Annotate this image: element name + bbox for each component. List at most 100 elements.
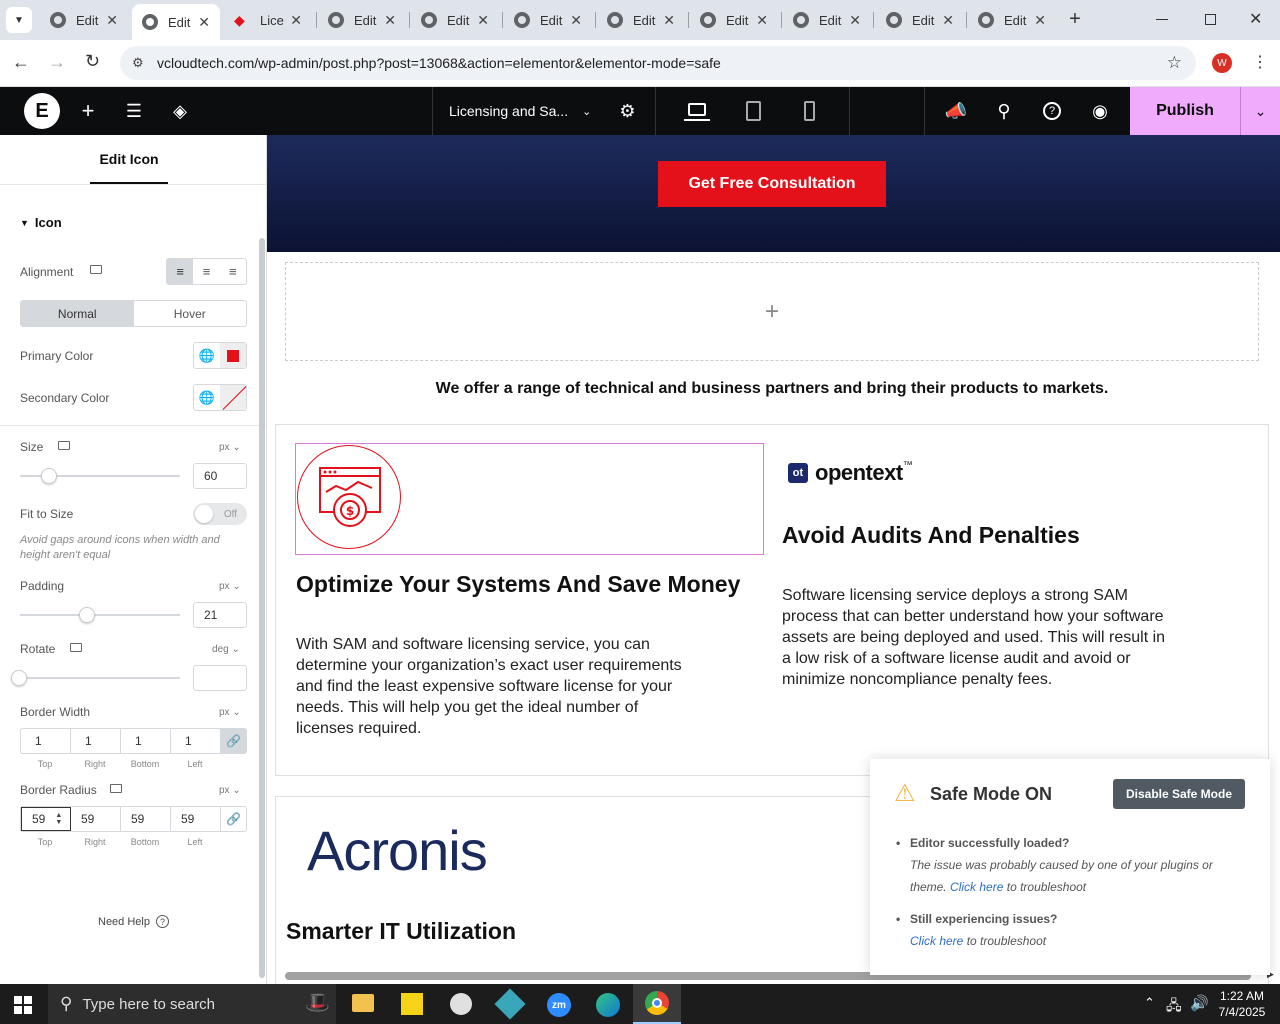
reload-icon[interactable]: ↻: [85, 51, 100, 72]
page-title-dropdown[interactable]: Licensing and Sa... ⌄ ⚙: [432, 87, 656, 135]
browser-tab[interactable]: Edit ✕: [411, 4, 499, 36]
preview-eye-icon[interactable]: ◉: [1088, 99, 1112, 123]
browser-tab-active[interactable]: Edit ✕: [132, 4, 220, 40]
browser-tab[interactable]: Edit ✕: [783, 4, 871, 36]
align-right-button[interactable]: ≡: [220, 259, 246, 284]
browser-menu-icon[interactable]: ⋮: [1252, 52, 1268, 72]
rotate-unit-select[interactable]: deg ⌄: [212, 644, 240, 655]
search-icon[interactable]: ⚲: [992, 99, 1016, 123]
border-radius-left-input[interactable]: 59: [171, 807, 221, 831]
rotate-slider-handle[interactable]: [11, 670, 27, 686]
close-icon[interactable]: ✕: [570, 12, 582, 29]
close-icon[interactable]: ✕: [942, 12, 954, 29]
desktop-icon[interactable]: [58, 441, 70, 450]
border-width-bottom-input[interactable]: 1: [121, 729, 171, 753]
size-input[interactable]: 60: [193, 463, 247, 489]
tab-normal[interactable]: Normal: [21, 301, 134, 326]
close-icon[interactable]: ✕: [290, 12, 302, 29]
site-settings-icon[interactable]: ⚙: [132, 55, 144, 71]
taskbar-search-box[interactable]: ⚲ Type here to search 🎩: [48, 984, 336, 1024]
browser-tab[interactable]: Edit ✕: [318, 4, 406, 36]
tab-edit-icon[interactable]: Edit Icon: [90, 135, 168, 184]
tab-search-button[interactable]: ▼: [6, 7, 32, 33]
publish-options-button[interactable]: ⌄: [1240, 87, 1280, 135]
rotate-slider-track[interactable]: [20, 677, 180, 679]
notifications-megaphone-icon[interactable]: 📣: [944, 99, 968, 123]
border-radius-unit-select[interactable]: px ⌄: [219, 785, 241, 796]
border-radius-bottom-input[interactable]: 59: [121, 807, 171, 831]
close-icon[interactable]: ✕: [849, 12, 861, 29]
mobile-icon[interactable]: [798, 99, 820, 123]
padding-slider-track[interactable]: [20, 614, 180, 616]
layers-icon[interactable]: ◈: [168, 99, 192, 123]
tray-chevron-up-icon[interactable]: ⌃: [1144, 995, 1155, 1011]
disable-safe-mode-button[interactable]: Disable Safe Mode: [1113, 779, 1245, 809]
elementor-logo-icon[interactable]: E: [24, 93, 60, 129]
close-icon[interactable]: ✕: [106, 12, 118, 29]
zoom-icon[interactable]: zm: [547, 993, 571, 1017]
browser-tab[interactable]: Edit ✕: [968, 4, 1056, 36]
selected-icon-widget[interactable]: $: [295, 443, 764, 555]
padding-input[interactable]: 21: [193, 602, 247, 628]
padding-unit-select[interactable]: px ⌄: [219, 581, 241, 592]
bookmark-star-icon[interactable]: ☆: [1167, 53, 1182, 73]
close-icon[interactable]: ✕: [1034, 12, 1046, 29]
desktop-icon[interactable]: [684, 99, 710, 121]
window-close-icon[interactable]: ✕: [1249, 9, 1262, 29]
network-icon[interactable]: 🖧: [1166, 995, 1182, 1019]
size-unit-select[interactable]: px ⌄: [219, 442, 241, 453]
add-section-plus-icon[interactable]: +: [765, 298, 779, 326]
help-icon[interactable]: ?: [1040, 99, 1064, 123]
add-element-icon[interactable]: +: [76, 98, 100, 123]
url-field[interactable]: ⚙ vcloudtech.com/wp-admin/post.php?post=…: [120, 46, 1196, 80]
border-width-left-input[interactable]: 1: [171, 729, 221, 753]
browser-tab[interactable]: ◆ Lice ✕: [224, 4, 312, 36]
global-colors-globe-icon[interactable]: 🌐: [194, 385, 220, 410]
volume-icon[interactable]: 🔊: [1190, 994, 1209, 1012]
file-explorer-icon[interactable]: [352, 994, 374, 1012]
close-icon[interactable]: ✕: [384, 12, 396, 29]
border-width-top-input[interactable]: 1: [21, 729, 71, 753]
site-settings-sliders-icon[interactable]: ☰: [122, 99, 146, 123]
close-icon[interactable]: ✕: [756, 12, 768, 29]
primary-color-swatch[interactable]: [220, 343, 246, 368]
new-tab-button[interactable]: +: [1064, 9, 1086, 31]
align-left-button[interactable]: ≡: [167, 259, 194, 284]
troubleshoot-link[interactable]: Click here: [910, 934, 963, 948]
need-help-link[interactable]: Need Help ?: [98, 915, 169, 928]
restore-icon[interactable]: [1205, 14, 1216, 25]
minimize-icon[interactable]: [1156, 19, 1168, 20]
link-values-icon[interactable]: 🔗: [221, 729, 246, 753]
link-values-icon[interactable]: 🔗: [221, 807, 246, 831]
browser-tab[interactable]: Edit ✕: [597, 4, 685, 36]
tab-hover[interactable]: Hover: [134, 301, 247, 326]
global-colors-globe-icon[interactable]: 🌐: [194, 343, 220, 368]
chrome-icon[interactable]: [633, 984, 681, 1024]
close-icon[interactable]: ✕: [477, 12, 489, 29]
app-diamond-icon[interactable]: [494, 988, 526, 1020]
align-center-button[interactable]: ≡: [193, 259, 219, 284]
close-icon[interactable]: ✕: [663, 12, 675, 29]
fit-to-size-toggle[interactable]: Off: [193, 503, 247, 525]
panel-scrollbar[interactable]: [259, 238, 265, 978]
browser-tab[interactable]: Edit ✕: [876, 4, 964, 36]
secondary-color-swatch-empty[interactable]: [220, 385, 246, 410]
browser-tab[interactable]: Edit ✕: [504, 4, 592, 36]
empty-section-dropzone[interactable]: +: [285, 262, 1259, 361]
sticky-notes-icon[interactable]: [401, 993, 423, 1015]
size-slider-handle[interactable]: [41, 468, 57, 484]
border-radius-top-input[interactable]: 59 ▲ ▼: [21, 807, 71, 831]
back-arrow-icon[interactable]: ←: [12, 52, 30, 73]
border-width-unit-select[interactable]: px ⌄: [219, 707, 241, 718]
browser-tab[interactable]: Edit ✕: [690, 4, 778, 36]
padding-slider-handle[interactable]: [79, 607, 95, 623]
rotate-input[interactable]: [193, 665, 247, 691]
desktop-icon[interactable]: [70, 643, 82, 652]
windows-start-icon[interactable]: [14, 996, 32, 1014]
forward-arrow-icon[interactable]: →: [48, 52, 66, 73]
publish-button[interactable]: Publish: [1130, 87, 1240, 135]
clock[interactable]: 1:22 AM 7/4/2025: [1212, 988, 1272, 1020]
desktop-icon[interactable]: [110, 784, 122, 793]
tablet-icon[interactable]: [742, 99, 764, 123]
get-free-consultation-button[interactable]: Get Free Consultation: [658, 161, 886, 207]
